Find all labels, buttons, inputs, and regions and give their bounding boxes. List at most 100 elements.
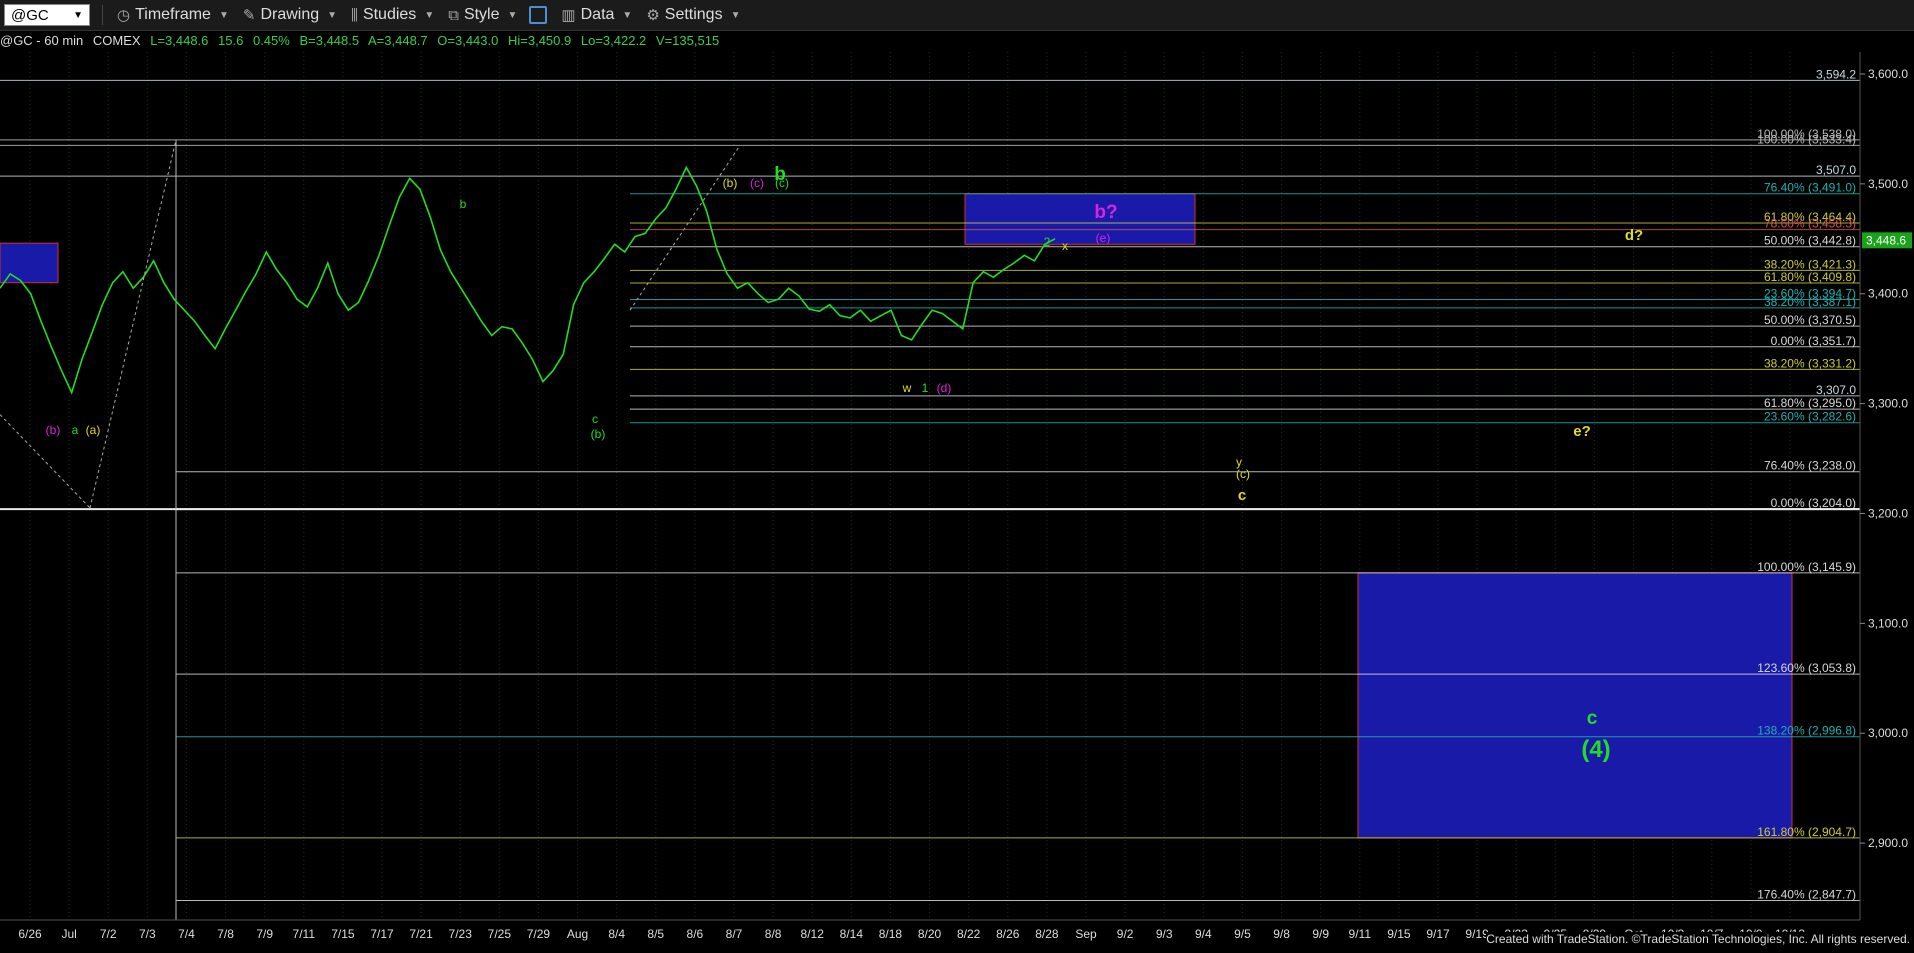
chevron-down-icon[interactable]: ▼ — [73, 10, 83, 21]
x-tick-label: 9/17 — [1426, 927, 1450, 941]
layout-icon[interactable] — [529, 6, 548, 24]
x-tick-label: 7/8 — [217, 927, 234, 941]
info-bid: B=3,448.5 — [299, 33, 360, 48]
y-tick-label: 3,500.0 — [1868, 177, 1908, 191]
wave-label: (d) — [937, 381, 952, 395]
data-menu[interactable]: ▥ Data ▼ — [561, 6, 632, 24]
wave-label: (c) — [750, 176, 764, 190]
fib-level-label: 3,307.0 — [1816, 383, 1856, 397]
price-chart[interactable]: 3,594.2100.00% (3,538.0)100.00% (3,533.4… — [0, 52, 1914, 948]
info-open: O=3,443.0 — [437, 33, 499, 48]
wave-label: (a) — [86, 423, 101, 437]
fib-level-label: 76.40% (3,491.0) — [1764, 181, 1856, 195]
chevron-down-icon: ▼ — [424, 9, 435, 21]
symbol-input[interactable]: @GC ▼ — [4, 4, 90, 26]
data-label: Data — [580, 6, 615, 23]
x-tick-label: Aug — [567, 927, 588, 941]
fib-level-label: 0.00% (3,351.7) — [1771, 334, 1856, 348]
x-tick-label: 8/12 — [801, 927, 825, 941]
info-high: Hi=3,450.9 — [507, 33, 572, 48]
x-tick-label: 7/2 — [100, 927, 117, 941]
info-exchange: COMEX — [92, 33, 141, 48]
x-tick-label: 8/7 — [726, 927, 743, 941]
x-tick-label: 9/4 — [1195, 927, 1212, 941]
x-tick-label: 7/15 — [331, 927, 355, 941]
info-symbol: @GC - 60 min — [0, 33, 84, 48]
x-tick-label: 9/9 — [1312, 927, 1329, 941]
y-tick-label: 3,300.0 — [1868, 397, 1908, 411]
wave-label: b? — [1094, 202, 1117, 223]
wave-label: c — [592, 412, 598, 426]
y-tick-label: 3,000.0 — [1868, 726, 1908, 740]
timeframe-menu[interactable]: ◷ Timeframe ▼ — [117, 6, 229, 24]
x-tick-label: 8/18 — [879, 927, 903, 941]
x-tick-label: 9/11 — [1349, 927, 1372, 941]
x-tick-label: 8/20 — [918, 927, 942, 941]
wave-label: 2 — [1044, 235, 1051, 249]
y-tick-label: 3,600.0 — [1868, 67, 1908, 81]
x-tick-label: 8/22 — [957, 927, 981, 941]
chart-area[interactable]: 3,594.2 100.00% (3,538.0) 100.00% (3,533.4… — [0, 52, 1914, 948]
fib-level-label: 38.20% (3,331.2) — [1764, 356, 1856, 370]
clock-icon: ◷ — [117, 7, 131, 24]
chevron-down-icon: ▼ — [218, 9, 229, 21]
wave-label: 1 — [922, 381, 929, 395]
x-tick-label: 7/21 — [409, 927, 433, 941]
x-tick-label: 7/25 — [488, 927, 512, 941]
wave-label: e? — [1573, 423, 1591, 440]
fib-level-label: 138.20% (2,996.8) — [1757, 724, 1856, 738]
fib-level-label: 0.00% (3,204.0) — [1771, 496, 1856, 510]
x-tick-label: 8/5 — [647, 927, 664, 941]
info-volume: V=135,515 — [655, 33, 720, 48]
x-tick-label: Sep — [1075, 927, 1097, 941]
pencil-icon: ✎ — [242, 7, 256, 24]
wave-label: (c) — [1236, 467, 1250, 481]
footer-copyright: Created with TradeStation. ©TradeStation… — [1486, 932, 1910, 948]
style-label: Style — [463, 6, 500, 23]
style-menu[interactable]: ⧉ Style ▼ — [448, 6, 517, 24]
info-pct: 0.45% — [252, 33, 290, 48]
fib-level-label: 23.60% (3,282.6) — [1764, 410, 1856, 424]
settings-menu[interactable]: ⚙ Settings ▼ — [646, 6, 740, 24]
gear-icon: ⚙ — [646, 7, 660, 24]
x-tick-label: 9/2 — [1117, 927, 1134, 941]
toolbar-divider — [102, 5, 103, 25]
chevron-down-icon: ▼ — [327, 9, 338, 21]
x-tick-label: 7/11 — [293, 927, 316, 941]
x-tick-label: 8/26 — [996, 927, 1020, 941]
x-tick-label: 8/28 — [1035, 927, 1059, 941]
studies-icon: ⫼ — [351, 6, 358, 24]
x-tick-label: 7/9 — [256, 927, 273, 941]
quote-info-bar: @GC - 60 min COMEX L=3,448.6 15.6 0.45% … — [0, 32, 725, 50]
fib-level-label: 78.60% (3,458.3) — [1764, 217, 1856, 231]
x-tick-label: 9/3 — [1156, 927, 1173, 941]
fib-level-label: 3,507.0 — [1816, 163, 1856, 177]
wave-label: c — [1238, 487, 1246, 504]
fib-level-label: 50.00% (3,442.8) — [1764, 234, 1856, 248]
studies-label: Studies — [362, 6, 417, 23]
toolbar: @GC ▼ ◷ Timeframe ▼ ✎ Drawing ▼ ⫼ Studie… — [0, 0, 1914, 31]
fib-level-label: 61.80% (3,295.0) — [1764, 396, 1856, 410]
wave-label: (c) — [775, 176, 789, 190]
chevron-down-icon: ▼ — [507, 9, 518, 21]
x-tick-label: 9/8 — [1273, 927, 1290, 941]
drawing-menu[interactable]: ✎ Drawing ▼ — [243, 6, 337, 24]
fib-level-label: 38.20% (3,387.1) — [1764, 295, 1856, 309]
wave-label: w — [902, 381, 912, 395]
chevron-down-icon: ▼ — [622, 9, 633, 21]
x-tick-label: 8/4 — [608, 927, 625, 941]
wave-label: (b) — [723, 176, 738, 190]
wave-label: (b) — [46, 423, 61, 437]
studies-menu[interactable]: ⫼ Studies ▼ — [351, 6, 434, 24]
x-tick-label: 7/17 — [370, 927, 394, 941]
info-last: L=3,448.6 — [150, 33, 209, 48]
wave-label: (e) — [1096, 231, 1111, 245]
x-tick-label: 8/14 — [840, 927, 864, 941]
x-tick-label: 7/29 — [527, 927, 551, 941]
last-price-label: 3,448.6 — [1866, 233, 1906, 247]
x-tick-label: 9/15 — [1387, 927, 1411, 941]
timeframe-label: Timeframe — [135, 6, 211, 23]
y-tick-label: 3,400.0 — [1868, 287, 1908, 301]
fib-level-label: 3,594.2 — [1816, 67, 1856, 81]
wave-label: b — [460, 197, 467, 211]
